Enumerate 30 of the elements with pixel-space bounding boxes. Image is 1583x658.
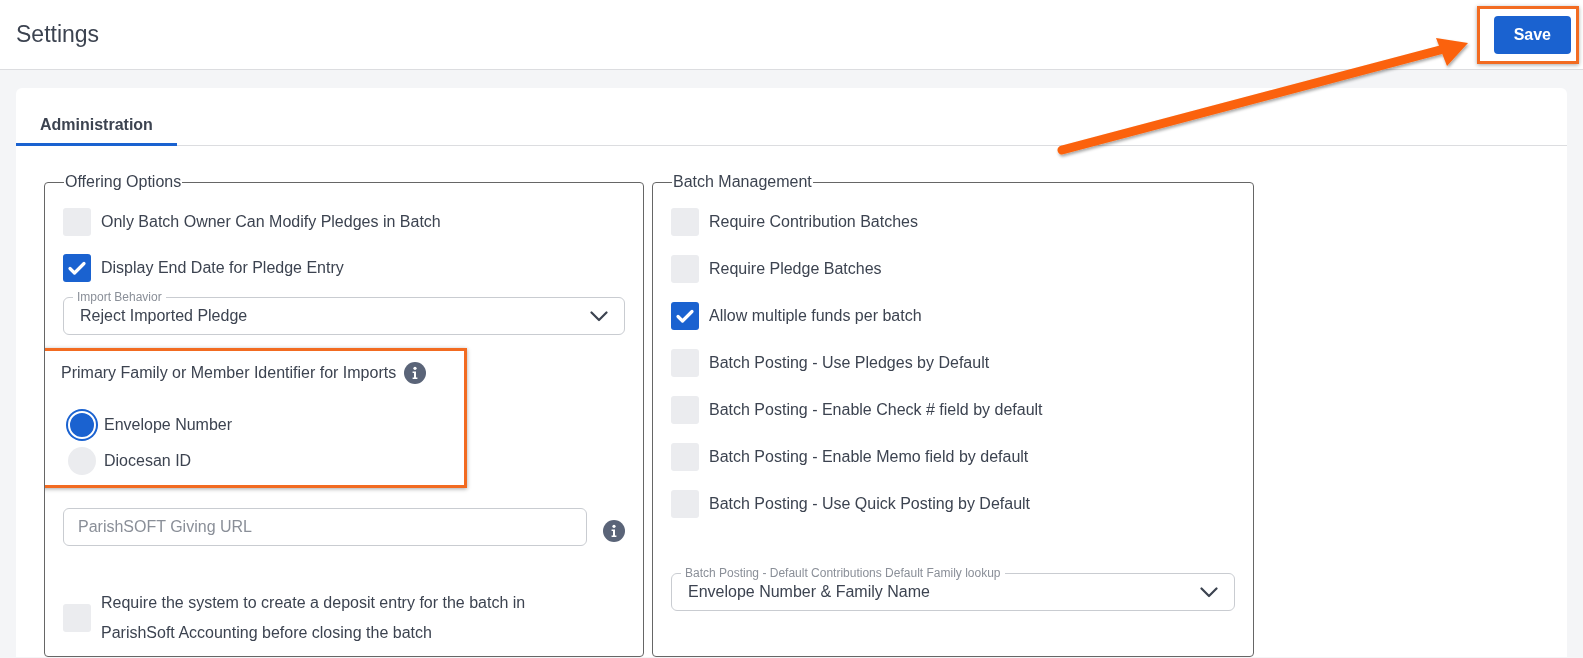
page-title: Settings	[16, 20, 100, 50]
checkbox-label: Batch Posting - Use Pledges by Default	[709, 353, 990, 373]
checkbox-label: Require the system to create a deposit entry for the batch in ParishSoft Accounting before closing the batch	[101, 593, 527, 643]
checkbox-label: Require Pledge Batches	[709, 259, 882, 279]
checkbox-label: Batch Posting - Enable Check # field by default	[709, 400, 1043, 420]
info-icon[interactable]	[404, 362, 427, 384]
field-label: Batch Posting - Default Contributions Default Family lookup	[681, 566, 1005, 580]
checkbox[interactable]	[671, 302, 699, 330]
checkbox-label: Batch Posting - Enable Memo field by default	[709, 447, 1029, 467]
group-label: Primary Family or Member Identifier for Imports	[61, 363, 397, 383]
dropdown-value: Reject Imported Pledge	[80, 306, 248, 326]
tab[interactable]: Administration	[16, 88, 177, 146]
checkbox-label: Require Contribution Batches	[709, 212, 918, 232]
checkbox-label: Allow multiple funds per batch	[709, 306, 922, 326]
panel-legend: Offering Options	[64, 175, 183, 190]
radio-button[interactable]	[68, 411, 96, 439]
panel-legend: Batch Management	[672, 175, 813, 190]
chevron-down-icon	[590, 310, 608, 322]
field-label: Import Behavior	[73, 290, 166, 304]
checkbox[interactable]	[63, 254, 91, 282]
dropdown-value: Envelope Number & Family Name	[688, 582, 930, 602]
radio-label: Diocesan ID	[104, 451, 192, 471]
checkbox-label: Batch Posting - Use Quick Posting by Default	[709, 494, 1031, 514]
chevron-down-icon	[1200, 586, 1218, 598]
save-button[interactable]: Save	[1493, 15, 1571, 54]
url-field[interactable]: ParishSOFT Giving URL	[63, 508, 587, 546]
checkbox-label: Display End Date for Pledge Entry	[101, 258, 344, 278]
checkbox-label: Only Batch Owner Can Modify Pledges in Batch	[101, 212, 441, 232]
info-icon[interactable]	[603, 520, 625, 542]
radio-label: Envelope Number	[104, 415, 233, 435]
